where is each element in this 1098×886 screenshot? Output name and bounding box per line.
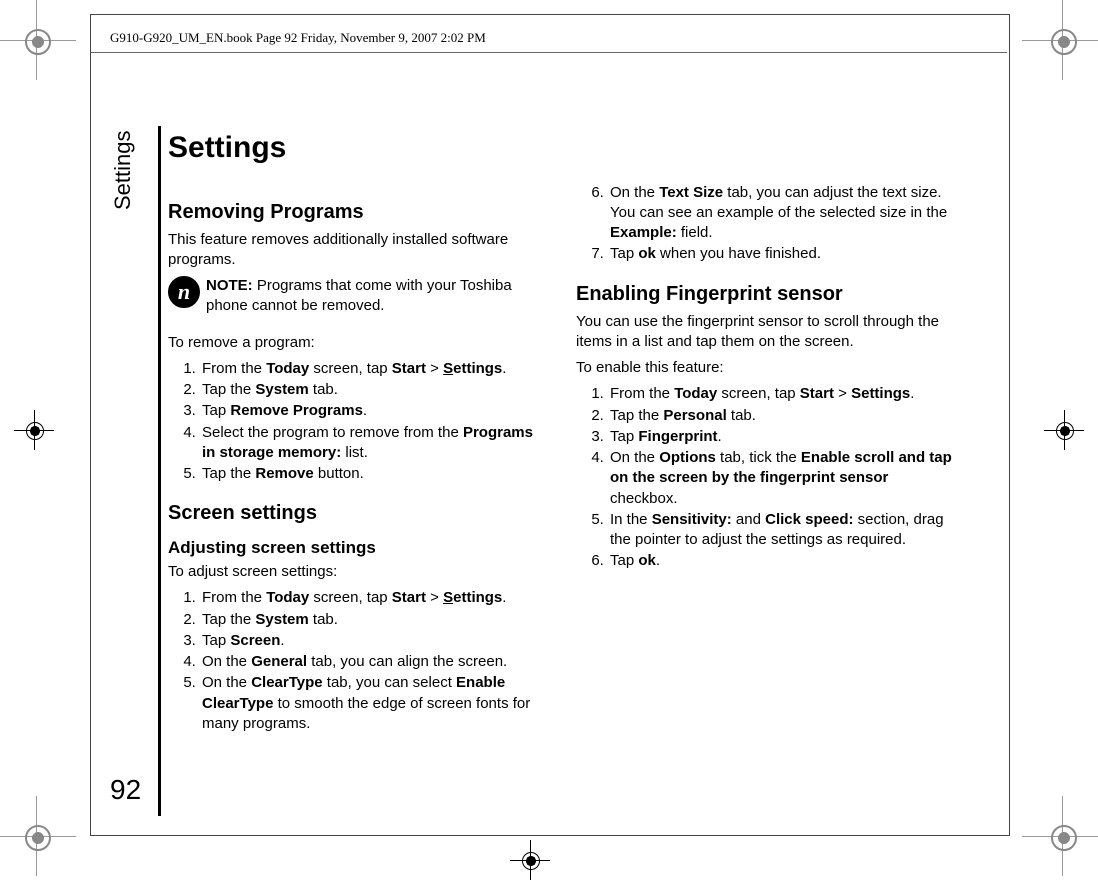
screen-lead: To adjust screen settings:	[168, 562, 550, 582]
list-item: Tap Fingerprint.	[608, 427, 958, 447]
heading-fingerprint: Enabling Fingerprint sensor	[576, 281, 958, 308]
note-row: n NOTE: Programs that come with your Tos…	[168, 276, 550, 317]
fingerprint-intro: You can use the fingerprint sensor to sc…	[576, 312, 958, 353]
list-item: Tap ok.	[608, 551, 958, 571]
crop-mark-br	[1032, 806, 1092, 866]
list-item: On the Text Size tab, you can adjust the…	[608, 183, 958, 244]
section-side-label: Settings	[110, 131, 136, 211]
list-item: Tap ok when you have finished.	[608, 244, 958, 264]
fingerprint-steps: From the Today screen, tap Start > Setti…	[576, 384, 958, 571]
list-item: On the General tab, you can align the sc…	[200, 652, 550, 672]
list-item: From the Today screen, tap Start > Setti…	[200, 359, 550, 379]
crop-mark-tr	[1032, 10, 1092, 70]
note-label: NOTE:	[206, 277, 253, 294]
list-item: Tap Screen.	[200, 631, 550, 651]
list-item: On the Options tab, tick the Enable scro…	[608, 448, 958, 509]
fingerprint-lead: To enable this feature:	[576, 358, 958, 378]
heading-screen-settings: Screen settings	[168, 500, 550, 527]
removing-intro: This feature removes additionally instal…	[168, 230, 550, 271]
crop-mark-bl	[6, 806, 66, 866]
page-content: Settings Removing Programs This feature …	[168, 128, 958, 768]
side-rule	[158, 126, 161, 816]
head-divider	[91, 52, 1007, 53]
list-item: Tap the System tab.	[200, 380, 550, 400]
page-title: Settings	[168, 128, 958, 169]
list-item: Tap the Personal tab.	[608, 406, 958, 426]
list-item: On the ClearType tab, you can select Ena…	[200, 673, 550, 734]
list-item: Tap the Remove button.	[200, 464, 550, 484]
list-item: Tap Remove Programs.	[200, 401, 550, 421]
running-head: G910-G920_UM_EN.book Page 92 Friday, Nov…	[110, 30, 486, 46]
list-item: Select the program to remove from the Pr…	[200, 423, 550, 464]
list-item: Tap the System tab.	[200, 610, 550, 630]
note-icon: n	[168, 276, 200, 308]
registration-mark-left	[14, 410, 54, 450]
page-number: 92	[110, 774, 141, 806]
registration-mark-bottom	[510, 840, 550, 880]
removing-lead: To remove a program:	[168, 333, 550, 353]
subheading-adjusting: Adjusting screen settings	[168, 537, 550, 560]
heading-removing-programs: Removing Programs	[168, 199, 550, 226]
note-body: Programs that come with your Toshiba pho…	[206, 277, 512, 314]
crop-mark-tl	[6, 10, 66, 70]
removing-steps: From the Today screen, tap Start > Setti…	[168, 359, 550, 485]
list-item: From the Today screen, tap Start > Setti…	[200, 588, 550, 608]
note-text: NOTE: Programs that come with your Toshi…	[206, 276, 550, 317]
registration-mark-right	[1044, 410, 1084, 450]
list-item: From the Today screen, tap Start > Setti…	[608, 384, 958, 404]
list-item: In the Sensitivity: and Click speed: sec…	[608, 510, 958, 551]
